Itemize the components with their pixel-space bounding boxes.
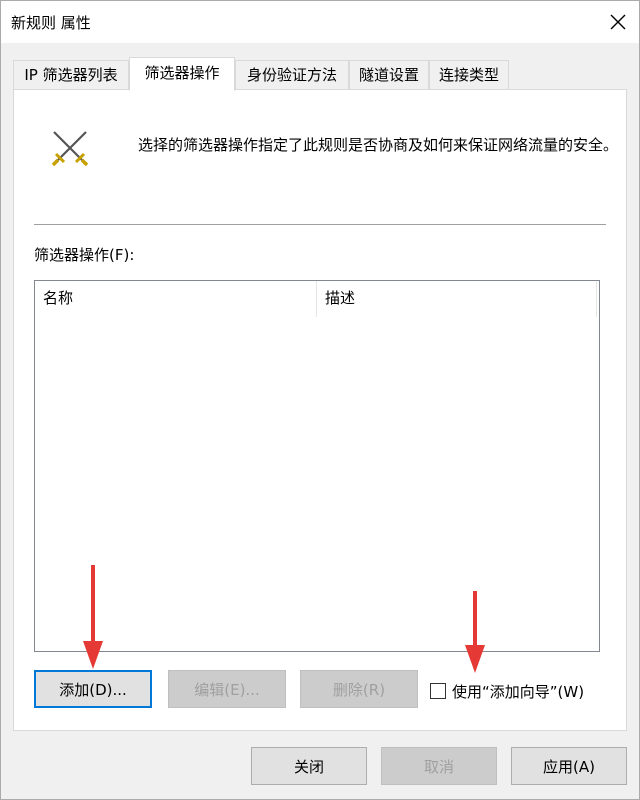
cancel-button[interactable]: 取消 — [381, 747, 497, 785]
tab-auth-methods[interactable]: 身份验证方法 — [235, 60, 349, 90]
close-dialog-button[interactable]: 关闭 — [251, 747, 367, 785]
close-icon — [610, 14, 626, 30]
column-header-name[interactable]: 名称 — [35, 281, 317, 317]
separator — [34, 224, 606, 225]
add-button[interactable]: 添加(D)... — [34, 670, 152, 708]
window-title: 新规则 属性 — [11, 14, 91, 32]
tab-tunnel-settings[interactable]: 隧道设置 — [349, 60, 429, 90]
tab-filter-action[interactable]: 筛选器操作 — [129, 57, 235, 91]
panel-description: 选择的筛选器操作指定了此规则是否协商及如何来保证网络流量的安全。 — [138, 136, 619, 154]
title-bar: 新规则 属性 — [1, 1, 639, 43]
apply-button[interactable]: 应用(A) — [511, 747, 627, 785]
remove-button[interactable]: 删除(R) — [300, 670, 418, 708]
column-header-description[interactable]: 描述 — [317, 281, 597, 317]
use-wizard-label[interactable]: 使用“添加向导”(W) — [452, 681, 584, 702]
wizard-checkbox-group[interactable]: 使用“添加向导”(W) — [430, 680, 584, 702]
filter-actions-label: 筛选器操作(F): — [34, 246, 135, 264]
tab-connection-type[interactable]: 连接类型 — [429, 60, 509, 90]
annotation-arrow-wizard — [465, 591, 485, 673]
annotation-arrow-add — [83, 565, 103, 669]
edit-button[interactable]: 编辑(E)... — [168, 670, 286, 708]
close-button[interactable] — [601, 5, 635, 39]
properties-dialog: 新规则 属性 IP 筛选器列表 筛选器操作 身份验证方法 隧道设置 连接类型 选… — [0, 0, 640, 800]
tab-ip-filter-list[interactable]: IP 筛选器列表 — [13, 60, 129, 90]
filter-action-panel: 选择的筛选器操作指定了此规则是否协商及如何来保证网络流量的安全。 筛选器操作(F… — [13, 89, 627, 731]
use-wizard-checkbox[interactable] — [430, 683, 446, 699]
filter-actions-list[interactable]: 名称 描述 — [34, 280, 600, 652]
crossed-swords-icon — [51, 131, 89, 167]
